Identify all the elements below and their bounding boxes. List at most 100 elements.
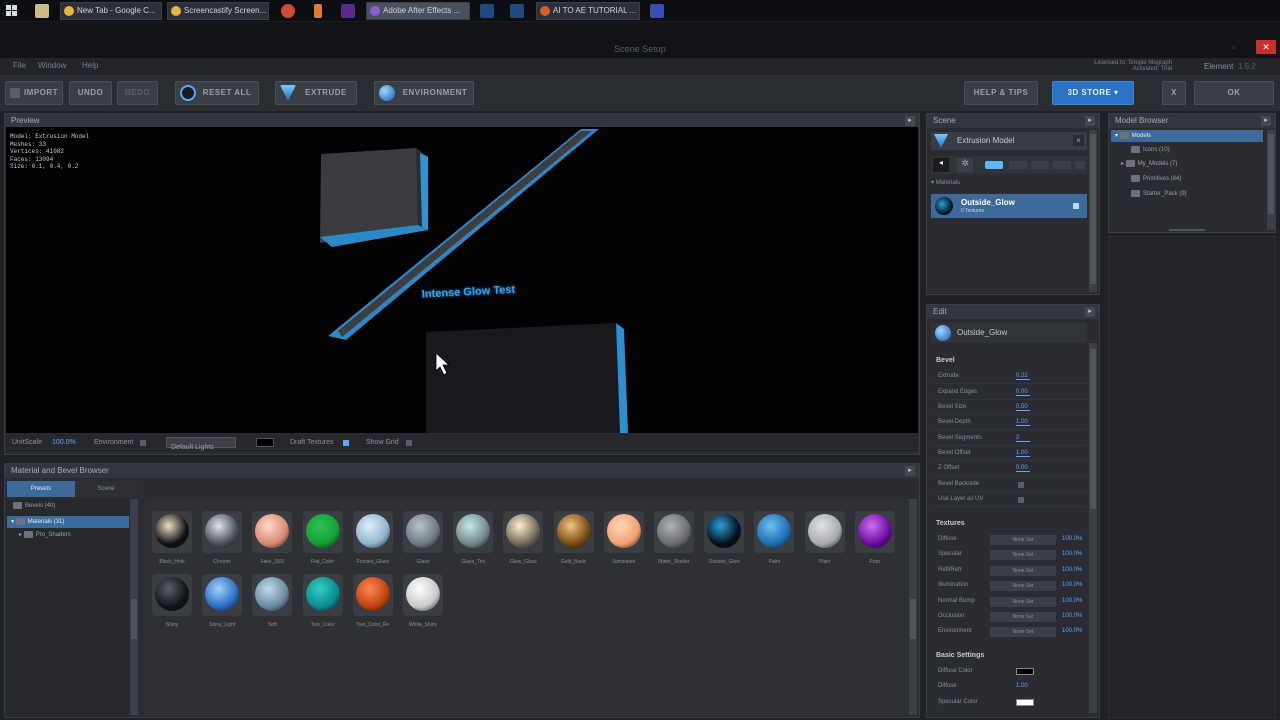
windows-start-icon[interactable] bbox=[6, 5, 18, 17]
model-browser-scrollbar[interactable] bbox=[1267, 130, 1275, 230]
tree-item-my-models[interactable]: ▸ My_Models (7) bbox=[1121, 160, 1177, 167]
taskbar-tab-chrome[interactable]: New Tab - Google C... bbox=[60, 2, 162, 20]
app-icon[interactable] bbox=[281, 4, 295, 18]
texture-row-specular[interactable]: Specular None Set 100.0% bbox=[934, 548, 1086, 562]
window-minimize-button[interactable]: ▫ bbox=[1232, 42, 1246, 52]
edit-scrollbar[interactable] bbox=[1089, 343, 1097, 713]
bevel-row-backside[interactable]: Bevel Backside bbox=[934, 478, 1086, 492]
diffuse-value[interactable]: 1.00 bbox=[1016, 683, 1028, 689]
scene-model-row[interactable]: Extrusion Model × bbox=[931, 132, 1087, 150]
texture-row-diffuse[interactable]: Diffuse None Set 100.0% bbox=[934, 533, 1086, 547]
tree-item-materials[interactable]: ▾ Materials (31) bbox=[7, 516, 129, 528]
basic-row-diffuse[interactable]: Diffuse 1.00 bbox=[934, 680, 1086, 694]
group-toggle[interactable] bbox=[1053, 161, 1071, 169]
ok-button[interactable]: OK bbox=[1194, 81, 1274, 105]
cancel-button[interactable]: X bbox=[1162, 81, 1186, 105]
bevel-row-layer-uv[interactable]: Use Layer as UV bbox=[934, 493, 1086, 507]
texture-set-button[interactable]: None Set bbox=[990, 597, 1056, 607]
texture-set-button[interactable]: None Set bbox=[990, 535, 1056, 545]
basic-row-diffuse-color[interactable]: Diffuse Color bbox=[934, 665, 1086, 679]
texture-set-button[interactable]: None Set bbox=[990, 566, 1056, 576]
layer-uv-checkbox[interactable] bbox=[1018, 497, 1024, 503]
show-grid-checkbox[interactable] bbox=[406, 440, 412, 446]
group-toggle[interactable] bbox=[1009, 161, 1027, 169]
app-icon[interactable] bbox=[480, 4, 494, 18]
bevel-row-expand-edges[interactable]: Expand Edges 0.00 bbox=[934, 386, 1086, 400]
redo-button[interactable]: REDO bbox=[117, 81, 158, 105]
basic-row-specular-color[interactable]: Specular Color bbox=[934, 696, 1086, 710]
resize-handle[interactable] bbox=[1169, 229, 1205, 231]
tab-scene[interactable]: Scene bbox=[75, 481, 137, 497]
menu-help[interactable]: Help bbox=[82, 61, 98, 70]
texture-row-environment[interactable]: Environment None Set 100.0% bbox=[934, 625, 1086, 639]
3d-viewport[interactable] bbox=[6, 127, 918, 433]
taskbar-tab-after-effects[interactable]: Adobe After Effects ... bbox=[366, 2, 470, 20]
close-icon[interactable]: × bbox=[1073, 135, 1084, 146]
taskbar-tab-screencastify[interactable]: Screencastify Screen... bbox=[167, 2, 269, 20]
texture-set-button[interactable]: None Set bbox=[990, 581, 1056, 591]
undo-button[interactable]: UNDO bbox=[69, 81, 112, 105]
tab-presets[interactable]: Presets bbox=[7, 481, 75, 497]
bevel-row-bevel-offset[interactable]: Bevel Offset 1.00 bbox=[934, 447, 1086, 461]
panel-expand-icon[interactable]: ▸ bbox=[1085, 116, 1095, 126]
tree-item-pro-shaders[interactable]: ▸ Pro_Shaders bbox=[19, 531, 71, 538]
specular-color-swatch[interactable] bbox=[1016, 699, 1034, 706]
scene-scrollbar[interactable] bbox=[1089, 130, 1097, 292]
3d-store-button[interactable]: 3D STORE ▾ bbox=[1052, 81, 1134, 105]
group-toggle[interactable] bbox=[1031, 161, 1049, 169]
app-icon[interactable] bbox=[510, 4, 524, 18]
help-tips-button[interactable]: HELP & TIPS bbox=[964, 81, 1038, 105]
menu-file[interactable]: File bbox=[13, 61, 26, 70]
file-explorer-icon[interactable] bbox=[35, 4, 49, 18]
window-close-button[interactable]: ✕ bbox=[1256, 40, 1276, 54]
scene-tool-row: ◂ ✲ bbox=[931, 156, 1087, 174]
material-checkbox[interactable] bbox=[1073, 203, 1079, 209]
scene-panel: Scene ▸ Extrusion Model × ◂ ✲ ▾ Materials… bbox=[926, 113, 1100, 295]
app-icon[interactable] bbox=[314, 4, 322, 18]
tree-item-starter-pack[interactable]: Starter_Pack (9) bbox=[1131, 190, 1187, 197]
panel-expand-icon[interactable]: ▸ bbox=[1085, 307, 1095, 317]
group-toggle[interactable] bbox=[1075, 161, 1085, 169]
premiere-icon[interactable] bbox=[341, 4, 355, 18]
texture-row-refl[interactable]: Refl/Refr None Set 100.0% bbox=[934, 564, 1086, 578]
bevel-row-bevel-depth[interactable]: Bevel Depth 1.00 bbox=[934, 416, 1086, 430]
taskbar-tab-illustrator-doc[interactable]: AI TO AE TUTORIAL ... bbox=[536, 2, 640, 20]
app-icon[interactable] bbox=[650, 4, 664, 18]
background-color-swatch[interactable] bbox=[256, 438, 274, 447]
menu-window[interactable]: Window bbox=[38, 61, 66, 70]
texture-set-button[interactable]: None Set bbox=[990, 627, 1056, 637]
tree-item-bevels[interactable]: Bevels (40) bbox=[13, 502, 55, 509]
draft-textures-checkbox[interactable] bbox=[343, 440, 349, 446]
material-tree-scrollbar[interactable] bbox=[130, 499, 138, 715]
bevel-row-bevel-size[interactable]: Bevel Size 0.50 bbox=[934, 401, 1086, 415]
panel-expand-icon[interactable]: ▸ bbox=[905, 466, 915, 476]
panel-expand-icon[interactable]: ▸ bbox=[1261, 116, 1271, 126]
texture-row-occlusion[interactable]: Occlusion None Set 100.0% bbox=[934, 610, 1086, 624]
group-toggle[interactable] bbox=[985, 161, 1003, 169]
texture-row-normal-bump[interactable]: Normal Bump None Set 100.0% bbox=[934, 595, 1086, 609]
material-row-selected[interactable]: Outside_Glow 0 Textures bbox=[931, 194, 1087, 218]
environment-checkbox[interactable] bbox=[140, 440, 146, 446]
lights-dropdown[interactable]: Default Lights bbox=[166, 437, 236, 451]
texture-row-illumination[interactable]: Illumination None Set 100.0% bbox=[934, 579, 1086, 593]
environment-button[interactable]: ENVIRONMENT bbox=[374, 81, 474, 105]
texture-set-button[interactable]: None Set bbox=[990, 550, 1056, 560]
texture-set-button[interactable]: None Set bbox=[990, 612, 1056, 622]
tree-root-models[interactable]: ▾ Models bbox=[1111, 130, 1263, 142]
pin-icon[interactable]: ◂ bbox=[933, 158, 949, 172]
reset-all-button[interactable]: RESET ALL bbox=[175, 81, 259, 105]
bevel-row-extrude[interactable]: Extrude 0.22 bbox=[934, 370, 1086, 384]
unit-scale-value[interactable]: 100.0% bbox=[52, 439, 76, 446]
tree-item-primitives[interactable]: Primitives (84) bbox=[1131, 175, 1181, 182]
gear-icon[interactable]: ✲ bbox=[957, 158, 973, 172]
bevel-row-z-offset[interactable]: Z Offset 0.00 bbox=[934, 462, 1086, 476]
diffuse-color-swatch[interactable] bbox=[1016, 668, 1034, 675]
tree-item-icons[interactable]: Icons (10) bbox=[1131, 146, 1170, 153]
bevel-row-bevel-segments[interactable]: Bevel Segments 2 bbox=[934, 432, 1086, 446]
bevel-backside-checkbox[interactable] bbox=[1018, 482, 1024, 488]
material-grid: Black_Hole Chrome Fake_SSS Flat_Color Froste… bbox=[152, 511, 912, 661]
extrude-button[interactable]: EXTRUDE bbox=[275, 81, 357, 105]
import-button[interactable]: IMPORT bbox=[5, 81, 63, 105]
panel-expand-icon[interactable]: ▸ bbox=[905, 116, 915, 126]
material-preview bbox=[252, 511, 293, 553]
